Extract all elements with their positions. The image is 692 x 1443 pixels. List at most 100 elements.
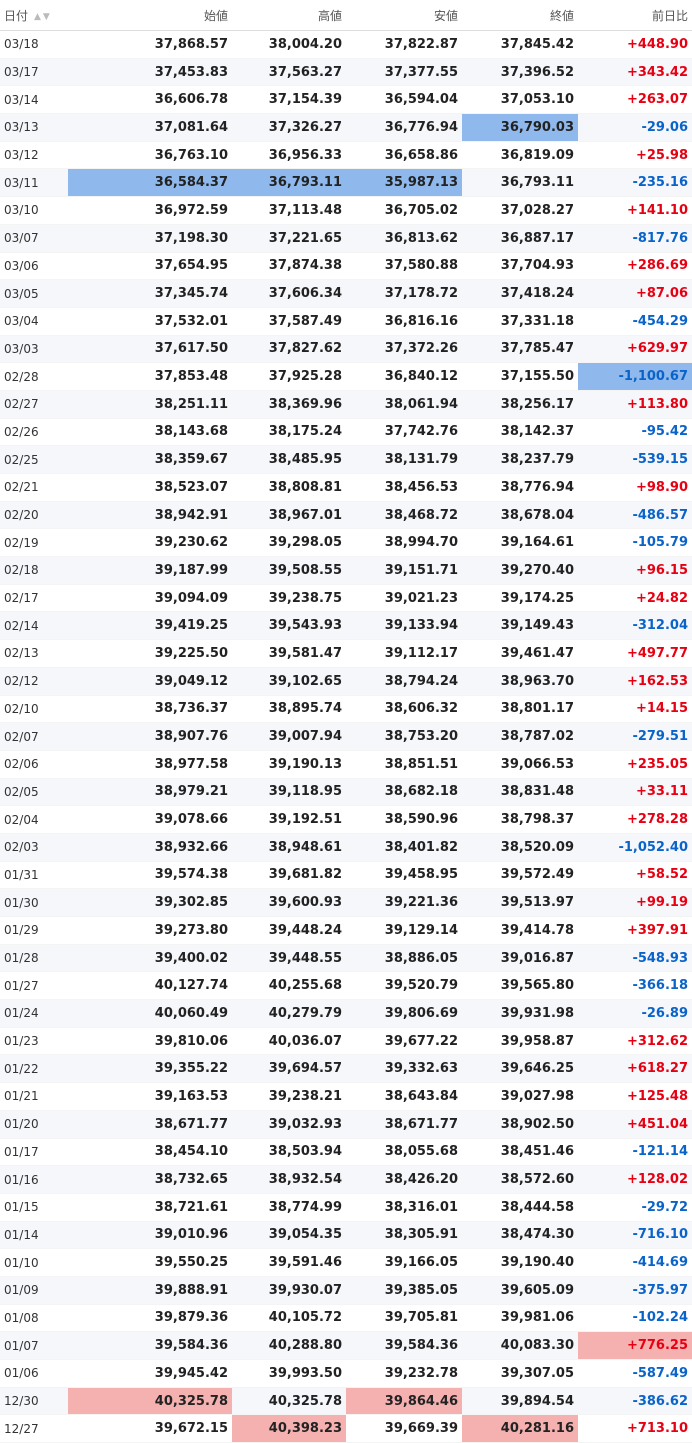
table-row: 02/25 38,359.67 38,485.95 38,131.79 38,237.7… bbox=[0, 445, 692, 474]
cell-change: -1,052.40 bbox=[578, 833, 692, 862]
cell-date: 01/10 bbox=[0, 1248, 68, 1277]
cell-change: +125.48 bbox=[578, 1082, 692, 1111]
cell-high: 39,681.82 bbox=[232, 861, 346, 890]
table-row: 03/17 37,453.83 37,563.27 37,377.55 37,396.5… bbox=[0, 58, 692, 87]
cell-change: +451.04 bbox=[578, 1110, 692, 1139]
cell-high: 39,581.47 bbox=[232, 639, 346, 668]
table-row: 02/21 38,523.07 38,808.81 38,456.53 38,776.9… bbox=[0, 473, 692, 502]
cell-date: 01/14 bbox=[0, 1221, 68, 1250]
sort-arrows-icon[interactable]: ▲▼ bbox=[34, 12, 52, 22]
cell-change: -817.76 bbox=[578, 224, 692, 253]
cell-close: 39,414.78 bbox=[462, 916, 578, 945]
column-header-date[interactable]: 日付 ▲▼ bbox=[0, 0, 68, 31]
table-row: 12/30 40,325.78 40,325.78 39,864.46 39,894.5… bbox=[0, 1387, 692, 1416]
cell-change: +448.90 bbox=[578, 30, 692, 59]
cell-change: +263.07 bbox=[578, 85, 692, 115]
cell-high: 39,993.50 bbox=[232, 1359, 346, 1388]
cell-high: 38,895.74 bbox=[232, 695, 346, 724]
cell-open: 37,081.64 bbox=[68, 113, 232, 142]
cell-open: 38,732.65 bbox=[68, 1165, 232, 1194]
cell-date: 01/31 bbox=[0, 861, 68, 890]
cell-close: 39,461.47 bbox=[462, 639, 578, 668]
cell-close: 39,174.25 bbox=[462, 584, 578, 613]
cell-high: 37,113.48 bbox=[232, 196, 346, 225]
table-row: 12/27 39,672.15 40,398.23 39,669.39 40,281.1… bbox=[0, 1414, 692, 1443]
cell-open: 38,523.07 bbox=[68, 473, 232, 502]
cell-date: 03/10 bbox=[0, 196, 68, 225]
cell-low: 36,658.86 bbox=[346, 141, 462, 170]
cell-close: 39,646.25 bbox=[462, 1054, 578, 1084]
cell-high: 39,054.35 bbox=[232, 1221, 346, 1250]
cell-high: 37,563.27 bbox=[232, 58, 346, 87]
cell-date: 02/27 bbox=[0, 390, 68, 419]
cell-change: -26.89 bbox=[578, 999, 692, 1028]
cell-close: 40,281.16 bbox=[462, 1414, 578, 1443]
cell-open: 39,419.25 bbox=[68, 611, 232, 641]
cell-change: -414.69 bbox=[578, 1248, 692, 1277]
table-row: 02/07 38,907.76 39,007.94 38,753.20 38,787.0… bbox=[0, 722, 692, 751]
cell-close: 37,785.47 bbox=[462, 335, 578, 364]
cell-date: 02/04 bbox=[0, 805, 68, 834]
cell-close: 38,520.09 bbox=[462, 833, 578, 862]
cell-change: -235.16 bbox=[578, 168, 692, 198]
cell-close: 39,958.87 bbox=[462, 1027, 578, 1056]
table-row: 02/10 38,736.37 38,895.74 38,606.32 38,801.1… bbox=[0, 695, 692, 724]
cell-low: 37,822.87 bbox=[346, 30, 462, 59]
cell-close: 38,801.17 bbox=[462, 695, 578, 724]
cell-high: 37,221.65 bbox=[232, 224, 346, 253]
cell-date: 02/10 bbox=[0, 695, 68, 724]
cell-change: +497.77 bbox=[578, 639, 692, 668]
cell-close: 39,605.09 bbox=[462, 1276, 578, 1305]
cell-change: +618.27 bbox=[578, 1054, 692, 1084]
cell-low: 36,816.16 bbox=[346, 307, 462, 336]
cell-open: 40,325.78 bbox=[68, 1387, 232, 1416]
cell-open: 38,736.37 bbox=[68, 695, 232, 724]
cell-date: 01/09 bbox=[0, 1276, 68, 1305]
cell-high: 39,298.05 bbox=[232, 528, 346, 558]
cell-close: 38,831.48 bbox=[462, 778, 578, 807]
cell-low: 38,468.72 bbox=[346, 501, 462, 530]
cell-high: 39,190.13 bbox=[232, 750, 346, 779]
cell-low: 39,806.69 bbox=[346, 999, 462, 1028]
cell-close: 39,307.05 bbox=[462, 1359, 578, 1388]
cell-high: 38,175.24 bbox=[232, 418, 346, 447]
cell-high: 39,238.21 bbox=[232, 1082, 346, 1111]
cell-close: 37,331.18 bbox=[462, 307, 578, 336]
cell-date: 03/03 bbox=[0, 335, 68, 364]
cell-close: 38,678.04 bbox=[462, 501, 578, 530]
table-row: 03/04 37,532.01 37,587.49 36,816.16 37,331.1… bbox=[0, 307, 692, 336]
cell-low: 36,813.62 bbox=[346, 224, 462, 253]
cell-close: 39,149.43 bbox=[462, 611, 578, 641]
cell-low: 39,332.63 bbox=[346, 1054, 462, 1084]
cell-high: 37,326.27 bbox=[232, 113, 346, 142]
cell-date: 01/23 bbox=[0, 1027, 68, 1056]
cell-date: 01/30 bbox=[0, 888, 68, 917]
cell-date: 02/03 bbox=[0, 833, 68, 862]
table-row: 02/06 38,977.58 39,190.13 38,851.51 39,066.5… bbox=[0, 750, 692, 779]
cell-date: 02/06 bbox=[0, 750, 68, 779]
table-row: 03/12 36,763.10 36,956.33 36,658.86 36,819.0… bbox=[0, 141, 692, 170]
cell-open: 37,853.48 bbox=[68, 362, 232, 391]
column-header-high: 高値 bbox=[232, 0, 346, 31]
cell-change: -486.57 bbox=[578, 501, 692, 530]
cell-change: +128.02 bbox=[578, 1165, 692, 1194]
cell-close: 39,027.98 bbox=[462, 1082, 578, 1111]
cell-date: 01/20 bbox=[0, 1110, 68, 1139]
cell-change: -105.79 bbox=[578, 528, 692, 558]
table-row: 01/20 38,671.77 39,032.93 38,671.77 38,902.5… bbox=[0, 1110, 692, 1139]
cell-open: 39,400.02 bbox=[68, 944, 232, 973]
cell-low: 39,705.81 bbox=[346, 1304, 462, 1333]
cell-close: 36,819.09 bbox=[462, 141, 578, 170]
table-row: 02/17 39,094.09 39,238.75 39,021.23 39,174.2… bbox=[0, 584, 692, 613]
cell-close: 38,256.17 bbox=[462, 390, 578, 419]
table-row: 02/19 39,230.62 39,298.05 38,994.70 39,164.6… bbox=[0, 528, 692, 558]
cell-date: 01/07 bbox=[0, 1331, 68, 1360]
cell-close: 38,963.70 bbox=[462, 667, 578, 696]
cell-date: 12/27 bbox=[0, 1414, 68, 1443]
table-row: 02/18 39,187.99 39,508.55 39,151.71 39,270.4… bbox=[0, 556, 692, 585]
cell-high: 39,192.51 bbox=[232, 805, 346, 834]
cell-close: 37,845.42 bbox=[462, 30, 578, 59]
cell-date: 01/28 bbox=[0, 944, 68, 973]
cell-change: +113.80 bbox=[578, 390, 692, 419]
cell-close: 39,565.80 bbox=[462, 971, 578, 1001]
